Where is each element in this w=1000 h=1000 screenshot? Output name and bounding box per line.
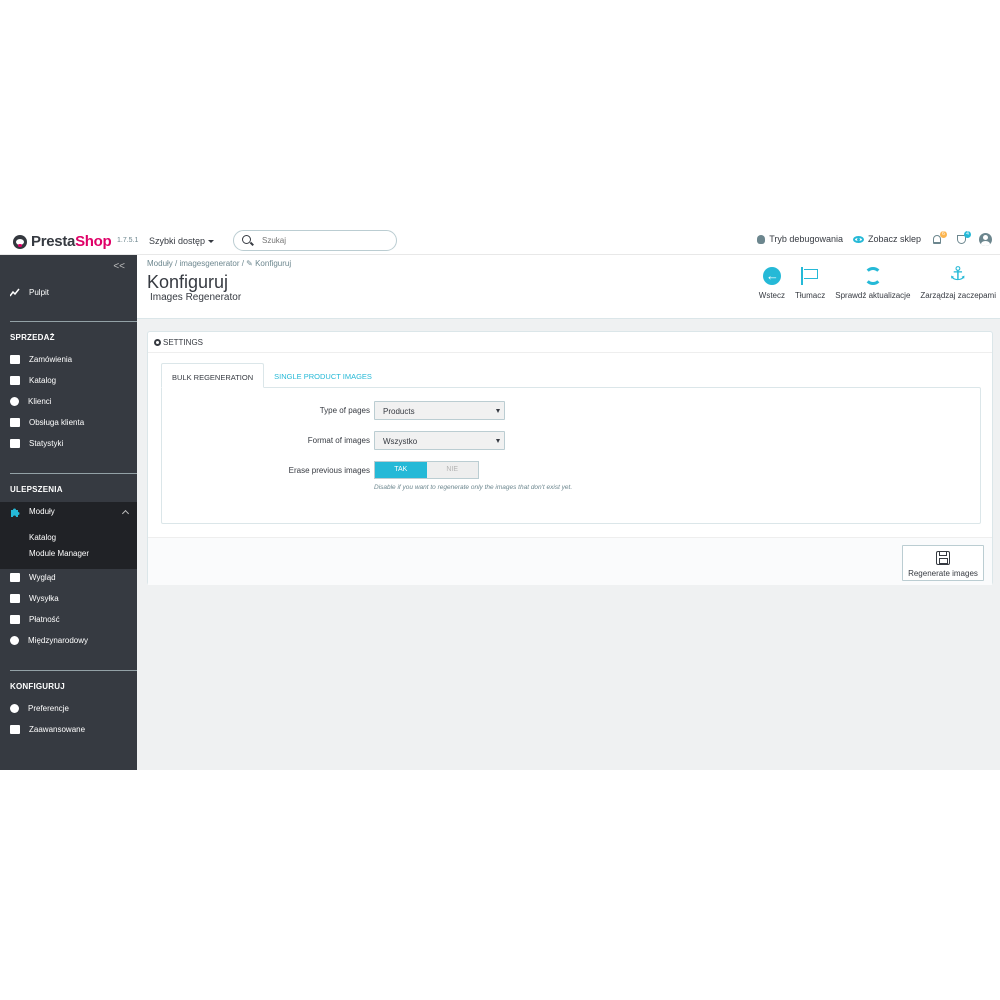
tab-content: Type of pages Products Format of images … [161,387,981,524]
trending-icon [9,288,20,297]
sidebar-item-design[interactable]: Wygląd [10,573,56,582]
main-content: Moduły / imagesgenerator / ✎ Konfiguruj … [137,255,1000,770]
check-updates-button[interactable]: Sprawdź aktualizacje [835,267,910,300]
search-box[interactable] [233,230,397,251]
save-icon [936,551,950,565]
globe-icon [10,636,19,645]
section-title-sales: SPRZEDAŻ [10,333,55,342]
page-subtitle: Images Regenerator [150,292,242,303]
sidebar-item-international[interactable]: Międzynarodowy [10,636,88,645]
top-header: PrestaShop 1.7.5.1 Szybki dostęp Tryb de… [0,225,1000,255]
refresh-icon [863,267,882,285]
debug-mode-link[interactable]: Tryb debugowania [757,234,843,244]
sidebar-subitem-catalog[interactable]: Katalog [29,533,56,542]
sidebar-item-catalog[interactable]: Katalog [10,376,56,385]
sidebar-item-preferences[interactable]: Preferencje [10,704,69,713]
cogs-icon [154,339,161,346]
type-of-pages-label: Type of pages [319,406,370,415]
sidebar-item-dashboard[interactable]: Pulpit [9,288,49,297]
switch-option-yes[interactable]: TAK [375,462,427,478]
sidebar-item-stats[interactable]: Statystyki [10,439,63,448]
divider [10,670,137,671]
credit-card-icon [10,615,20,624]
back-button[interactable]: Wstecz [759,267,785,300]
erase-help-text: Disable if you want to regenerate only t… [374,484,573,491]
tab-single-product-images[interactable]: SINGLE PRODUCT IMAGES [264,363,382,388]
monitor-icon [10,573,20,582]
caret-down-icon [208,240,215,244]
employee-avatar[interactable] [979,232,992,246]
sidebar-item-customers[interactable]: Klienci [10,397,52,406]
dropdown-arrow-icon [496,409,500,413]
tab-bar: BULK REGENERATION SINGLE PRODUCT IMAGES [161,363,382,388]
quick-access-dropdown[interactable]: Szybki dostęp [149,236,215,246]
puffin-icon [13,234,27,249]
regenerate-images-button[interactable]: Regenerate images [902,545,984,581]
version-label: 1.7.5.1 [117,237,139,244]
header-actions: Tryb debugowania Zobacz sklep 6 4 [757,231,992,246]
type-of-pages-select[interactable]: Products [374,401,505,420]
erase-previous-images-label: Erase previous images [288,466,370,475]
truck-icon [10,594,20,603]
bug-icon [757,234,766,244]
divider [10,321,137,322]
dropdown-arrow-icon [496,439,500,443]
page-title: Konfiguruj [147,272,229,292]
form-row-erase: Erase previous images TAK NIE Disable if… [162,461,982,491]
page-toolbar: Moduły / imagesgenerator / ✎ Konfiguruj … [137,255,1000,319]
achievements-button[interactable]: 4 [955,231,971,246]
chat-icon [10,418,20,427]
switch-option-no[interactable]: NIE [427,462,479,478]
notification-badge: 6 [940,231,947,238]
breadcrumb[interactable]: Moduły / imagesgenerator / ✎ Konfiguruj [147,259,291,268]
settings-panel: SETTINGS BULK REGENERATION SINGLE PRODUC… [147,331,993,585]
view-shop-label: Zobacz sklep [867,234,921,244]
sidebar-item-payment[interactable]: Płatność [10,615,60,624]
section-title-improve: ULEPSZENIA [10,485,63,494]
sidebar: << Pulpit SPRZEDAŻ Zamówienia Katalog Kl… [0,255,137,770]
search-input[interactable] [262,234,382,247]
section-title-configure: KONFIGURUJ [10,682,65,691]
gear-icon [10,704,19,713]
back-arrow-icon [762,267,781,285]
panel-footer: Regenerate images [148,537,992,585]
store-icon [10,376,20,385]
notifications-button[interactable]: 6 [931,231,947,246]
toolbar-buttons: Wstecz Tłumacz Sprawdź aktualizacje Zarz… [759,264,996,300]
chart-icon [10,439,20,448]
panel-heading: SETTINGS [148,332,992,353]
sidebar-item-orders[interactable]: Zamówienia [10,355,72,364]
sidebar-item-shipping[interactable]: Wysyłka [10,594,59,603]
view-shop-link[interactable]: Zobacz sklep [852,234,921,244]
tab-bulk-regeneration[interactable]: BULK REGENERATION [161,363,265,388]
logo-text: PrestaShop [31,233,112,250]
sidebar-item-modules[interactable]: Moduły [10,507,55,517]
achievement-badge: 4 [964,231,971,238]
flag-icon [801,267,819,285]
manage-hooks-button[interactable]: Zarządzaj zaczepami [920,264,996,300]
form-row-type: Type of pages Products [162,401,982,420]
collapse-sidebar-icon[interactable]: << [113,261,125,272]
puzzle-icon [10,507,20,517]
user-icon [10,397,19,406]
sidebar-subitem-module-manager[interactable]: Module Manager [29,549,89,558]
divider [10,473,137,474]
form-row-format: Format of images Wszystko [162,431,982,450]
app-window: PrestaShop 1.7.5.1 Szybki dostęp Tryb de… [0,225,1000,770]
translate-button[interactable]: Tłumacz [795,267,825,300]
search-icon [242,235,251,244]
format-of-images-label: Format of images [307,436,370,445]
prestashop-logo[interactable]: PrestaShop [13,233,112,250]
sidebar-item-advanced[interactable]: Zaawansowane [10,725,85,734]
debug-mode-label: Tryb debugowania [769,234,843,244]
settings-box-icon [10,725,20,734]
anchor-icon [949,264,967,286]
eye-icon [852,235,864,243]
erase-previous-images-switch[interactable]: TAK NIE [374,461,479,479]
sidebar-item-customer-service[interactable]: Obsługa klienta [10,418,84,427]
format-of-images-select[interactable]: Wszystko [374,431,505,450]
basket-icon [10,355,20,364]
